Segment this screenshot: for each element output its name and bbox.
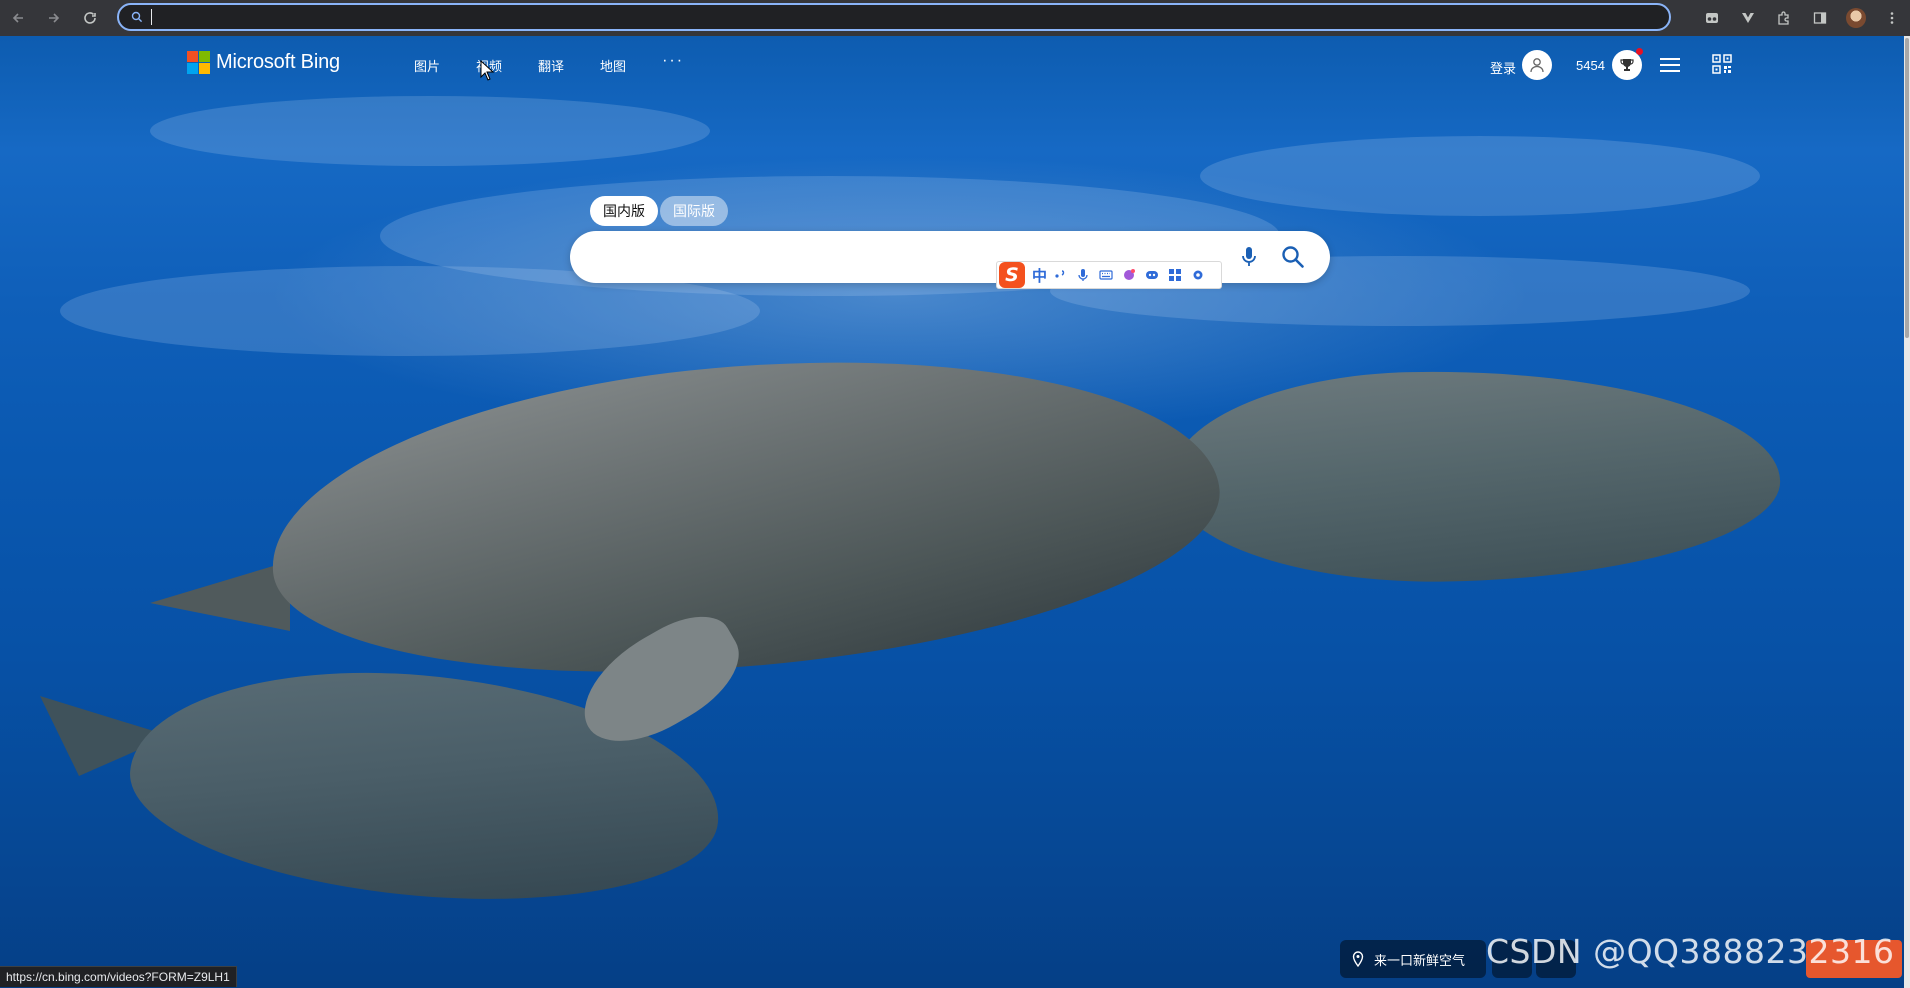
forward-button[interactable] [36, 0, 72, 36]
emoji-icon [1146, 271, 1159, 279]
logo-text: Microsoft Bing [216, 51, 340, 73]
ime-punctuation-button[interactable] [1050, 265, 1070, 285]
top-nav: 图片 视频 翻译 地图 ··· [414, 52, 684, 75]
punctuation-icon [1055, 270, 1065, 278]
mouse-cursor-icon [480, 60, 494, 81]
water-ripple [150, 96, 710, 166]
location-pin-icon [1352, 951, 1364, 967]
whale [258, 325, 1232, 707]
microphone-icon [1078, 269, 1088, 281]
ime-mode-toggle[interactable]: 中 [1032, 265, 1047, 286]
hamburger-icon [1660, 58, 1680, 72]
puzzle-icon [1778, 11, 1789, 25]
csdn-watermark: CSDN @QQ3888232316 [1486, 932, 1895, 971]
ime-toolbox-button[interactable] [1165, 265, 1185, 285]
ime-toolbar: S 中 [996, 261, 1222, 289]
incognito-glasses-icon [1706, 13, 1718, 23]
sogou-logo-icon[interactable]: S [999, 262, 1025, 288]
water-ripple [1200, 136, 1760, 216]
browser-menu-button[interactable] [1874, 0, 1910, 36]
vertical-dots-icon [1890, 12, 1894, 24]
profile-avatar [1846, 8, 1866, 28]
address-bar[interactable] [117, 3, 1671, 31]
header-actions: 登录 5454 [1490, 46, 1910, 86]
reload-icon [84, 12, 96, 24]
nav-translate[interactable]: 翻译 [538, 56, 564, 75]
ime-voice-button[interactable] [1073, 265, 1093, 285]
rewards-points[interactable]: 5454 [1576, 58, 1605, 73]
gear-icon [1193, 270, 1203, 280]
grid-icon [1169, 269, 1182, 281]
arrow-right-icon [49, 13, 60, 23]
whale [1168, 365, 1782, 587]
extension-button[interactable] [1730, 0, 1766, 36]
qr-code-button[interactable] [1712, 54, 1732, 79]
bing-header: Microsoft Bing 图片 视频 翻译 地图 ··· 登录 5454 [0, 36, 1910, 96]
ime-emoji-button[interactable] [1142, 265, 1162, 285]
location-label: 来一口新鲜空气 [1374, 952, 1466, 968]
background-image [0, 36, 1910, 988]
trophy-icon [1620, 59, 1634, 71]
side-panel-icon [1813, 12, 1827, 24]
status-bar-url: https://cn.bing.com/videos?FORM=Z9LH1 [0, 966, 237, 987]
side-panel-button[interactable] [1802, 0, 1838, 36]
tab-domestic[interactable]: 国内版 [590, 196, 658, 226]
ime-keyboard-button[interactable] [1096, 265, 1116, 285]
browser-toolbar [0, 0, 1910, 36]
search-button[interactable] [1280, 244, 1306, 275]
nav-more-button[interactable]: ··· [662, 52, 684, 75]
bing-logo[interactable]: Microsoft Bing [187, 51, 340, 74]
search-scope-tabs: 国内版 国际版 [590, 196, 728, 226]
address-input[interactable] [152, 5, 1669, 29]
ime-skin-button[interactable] [1119, 265, 1139, 285]
search-icon [1282, 246, 1304, 268]
reload-button[interactable] [72, 0, 108, 36]
back-button[interactable] [0, 0, 36, 36]
voice-search-button[interactable] [1240, 245, 1258, 274]
extension-button[interactable] [1694, 0, 1730, 36]
location-button[interactable]: 来一口新鲜空气 [1340, 940, 1486, 978]
qr-code-icon [1712, 54, 1732, 74]
arrow-left-icon [12, 13, 23, 23]
notification-dot [1636, 48, 1643, 55]
microphone-icon [1242, 247, 1256, 266]
keyboard-icon [1099, 270, 1113, 280]
user-avatar-button[interactable] [1522, 50, 1552, 80]
profile-button[interactable] [1838, 0, 1874, 36]
microsoft-logo-icon [187, 51, 210, 74]
nav-maps[interactable]: 地图 [600, 56, 626, 75]
whale-tail [150, 561, 290, 631]
browser-actions [1694, 0, 1910, 36]
menu-button[interactable] [1660, 56, 1680, 79]
scrollbar-thumb[interactable] [1905, 38, 1909, 338]
vue-devtools-icon [1742, 13, 1754, 23]
search-icon [131, 11, 143, 23]
nav-images[interactable]: 图片 [414, 56, 440, 75]
tab-international[interactable]: 国际版 [660, 196, 728, 226]
user-icon [1530, 58, 1544, 73]
skin-icon [1124, 269, 1136, 280]
login-link[interactable]: 登录 [1490, 58, 1516, 77]
ime-settings-button[interactable] [1188, 265, 1208, 285]
extensions-menu-button[interactable] [1766, 0, 1802, 36]
